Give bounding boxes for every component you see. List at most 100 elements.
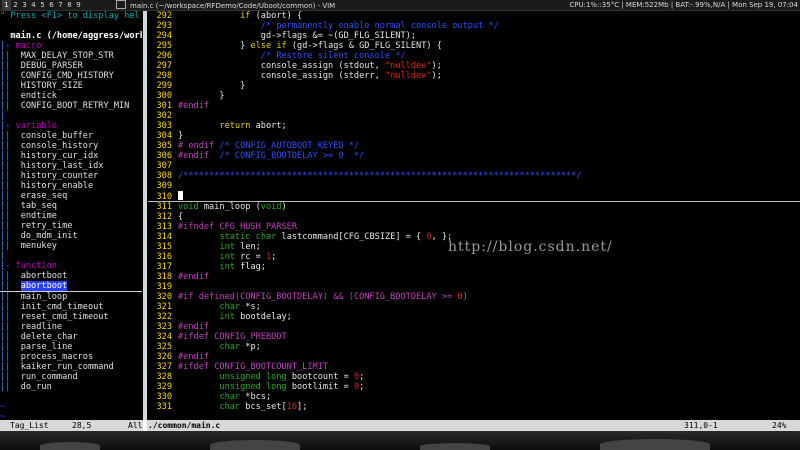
- taglist-item[interactable]: || menukey: [0, 241, 142, 251]
- vertical-split-bar[interactable]: [143, 11, 147, 420]
- taglist-group[interactable]: |- function: [0, 261, 142, 271]
- taglist-item[interactable]: || console_buffer: [0, 131, 142, 141]
- code-line[interactable]: 313 #ifndef CFG_HUSH_PARSER: [148, 222, 800, 232]
- code-line[interactable]: 295 } else if (gd->flags & GD_FLG_SILENT…: [148, 41, 800, 51]
- vim-editor[interactable]: " Press <F1> to display hel main.c (/hom…: [0, 11, 800, 420]
- code-line[interactable]: 296 /* Restore silent console */: [148, 51, 800, 61]
- taglist-pane[interactable]: " Press <F1> to display hel main.c (/hom…: [0, 11, 142, 420]
- code-line[interactable]: 323 #endif: [148, 322, 800, 332]
- code-line[interactable]: 293 /* permanently enable normal console…: [148, 21, 800, 31]
- line-number: 301: [156, 101, 172, 111]
- code-line[interactable]: 330 char *bcs;: [148, 392, 800, 402]
- code-token: #endif: [178, 272, 210, 282]
- workspace-9[interactable]: 9: [74, 0, 83, 10]
- taglist-item[interactable]: || history_cur_idx: [0, 151, 142, 161]
- code-line[interactable]: 294 gd->flags &= ~(GD_FLG_SILENT);: [148, 31, 800, 41]
- code-line[interactable]: 302: [148, 111, 800, 121]
- taglist-item[interactable]: || parse_line: [0, 342, 142, 352]
- code-token: bcs_set[: [240, 402, 287, 412]
- workspace-2[interactable]: 2: [11, 0, 20, 10]
- taglist-item[interactable]: || readline: [0, 322, 142, 332]
- code-line[interactable]: 326 #endif: [148, 352, 800, 362]
- workspace-4[interactable]: 4: [29, 0, 38, 10]
- taglist-group[interactable]: |- macro: [0, 41, 142, 51]
- code-line[interactable]: 299 }: [148, 81, 800, 91]
- code-line[interactable]: 329 unsigned long bootlimit = 0;: [148, 382, 800, 392]
- code-token: unsigned: [219, 372, 261, 382]
- code-line[interactable]: 327 #ifdef CONFIG_BOOTCOUNT_LIMIT: [148, 362, 800, 372]
- code-line[interactable]: 301 #endif: [148, 101, 800, 111]
- workspace-7[interactable]: 7: [56, 0, 65, 10]
- code-line[interactable]: 298 console_assign (stderr, "nulldev");: [148, 71, 800, 81]
- taglist-item[interactable]: || endtick: [0, 91, 142, 101]
- workspace-1[interactable]: 1: [2, 0, 11, 10]
- code-line[interactable]: 304}: [148, 131, 800, 141]
- taglist-item[interactable]: || DEBUG_PARSER: [0, 61, 142, 71]
- code-line-current[interactable]: 310: [148, 191, 800, 202]
- code-line[interactable]: 317 int flag;: [148, 262, 800, 272]
- code-line[interactable]: 325 char *p;: [148, 342, 800, 352]
- code-line[interactable]: 320 #if defined(CONFIG_BOOTDELAY) && (CON…: [148, 292, 800, 302]
- code-line[interactable]: 305 # endif /* CONFIG_AUTOBOOT_KEYED */: [148, 141, 800, 151]
- code-line[interactable]: 311 void main_loop (void): [148, 202, 800, 212]
- code-line[interactable]: 331 char bcs_set[16];: [148, 402, 800, 412]
- code-token: {: [178, 212, 184, 222]
- code-token: /* permanently enable normal console out…: [260, 21, 499, 31]
- code-line[interactable]: 322 int bootdelay;: [148, 312, 800, 322]
- code-line[interactable]: 308 /************************************…: [148, 171, 800, 181]
- taglist-item[interactable]: || history_last_idx: [0, 161, 142, 171]
- code-pane[interactable]: 292 if (abort) {293 /* permanently enabl…: [148, 11, 800, 420]
- code-token: return: [219, 121, 251, 131]
- code-token: unsigned: [219, 382, 261, 392]
- taglist-item[interactable]: || reset_cmd_timeout: [0, 312, 142, 322]
- code-line[interactable]: 300 }: [148, 91, 800, 101]
- taglist-item[interactable]: || kaiker_run_command: [0, 362, 142, 372]
- fold-marker: ||: [0, 221, 21, 231]
- code-line[interactable]: 297 console_assign (stdout, "nulldev");: [148, 61, 800, 71]
- taglist-item[interactable]: || retry_time: [0, 221, 142, 231]
- code-line[interactable]: 319: [148, 282, 800, 292]
- taglist-item[interactable]: || tab_seq: [0, 201, 142, 211]
- taglist-item[interactable]: || MAX_DELAY_STOP_STR: [0, 51, 142, 61]
- taglist-item[interactable]: || CONFIG_CMD_HISTORY: [0, 71, 142, 81]
- code-line[interactable]: 306 #endif /* CONFIG_BOOTDELAY >= 0 */: [148, 151, 800, 161]
- code-line[interactable]: 312 {: [148, 212, 800, 222]
- taglist-item[interactable]: || process_macros: [0, 352, 142, 362]
- code-line[interactable]: 318 #endif: [148, 272, 800, 282]
- taglist-item[interactable]: || HISTORY_SIZE: [0, 81, 142, 91]
- workspace-switcher[interactable]: 123456789: [2, 0, 83, 10]
- workspace-5[interactable]: 5: [38, 0, 47, 10]
- taglist-group[interactable]: |- variable: [0, 121, 142, 131]
- taglist-item-selected[interactable]: || abortboot: [0, 281, 142, 292]
- taglist-item[interactable]: || console_history: [0, 141, 142, 151]
- code-line[interactable]: 303 return abort;: [148, 121, 800, 131]
- line-number: 328: [156, 372, 172, 382]
- workspace-6[interactable]: 6: [47, 0, 56, 10]
- taglist-item[interactable]: || endtime: [0, 211, 142, 221]
- taglist-item[interactable]: || history_counter: [0, 171, 142, 181]
- line-number: 299: [156, 81, 172, 91]
- taglist-item[interactable]: || delete_char: [0, 332, 142, 342]
- code-line[interactable]: 292 if (abort) {: [148, 11, 800, 21]
- code-line[interactable]: 307: [148, 161, 800, 171]
- taglist-item[interactable]: || CONFIG_BOOT_RETRY_MIN: [0, 101, 142, 111]
- fold-marker: ~: [0, 412, 21, 420]
- taglist-item[interactable]: || run_command: [0, 372, 142, 382]
- taglist-file[interactable]: main.c (/home/aggress/work: [0, 31, 142, 41]
- code-token: ): [462, 292, 468, 302]
- taglist-item[interactable]: || history_enable: [0, 181, 142, 191]
- code-token: console_assign (stdout,: [178, 61, 385, 71]
- code-line[interactable]: 328 unsigned long bootcount = 0;: [148, 372, 800, 382]
- taglist-item[interactable]: || do_mdm_init: [0, 231, 142, 241]
- taglist-item[interactable]: || init_cmd_timeout: [0, 302, 142, 312]
- taglist-item[interactable]: || abortboot: [0, 271, 142, 281]
- taglist-item[interactable]: || erase_seq: [0, 191, 142, 201]
- code-line[interactable]: 324 #ifdef CONFIG_PREBOOT: [148, 332, 800, 342]
- code-token: # endif: [178, 141, 215, 151]
- workspace-8[interactable]: 8: [65, 0, 74, 10]
- taglist-item[interactable]: || main_loop: [0, 292, 142, 302]
- taglist-item[interactable]: || do_run: [0, 382, 142, 392]
- workspace-3[interactable]: 3: [20, 0, 29, 10]
- code-line[interactable]: 309: [148, 181, 800, 191]
- code-line[interactable]: 321 char *s;: [148, 302, 800, 312]
